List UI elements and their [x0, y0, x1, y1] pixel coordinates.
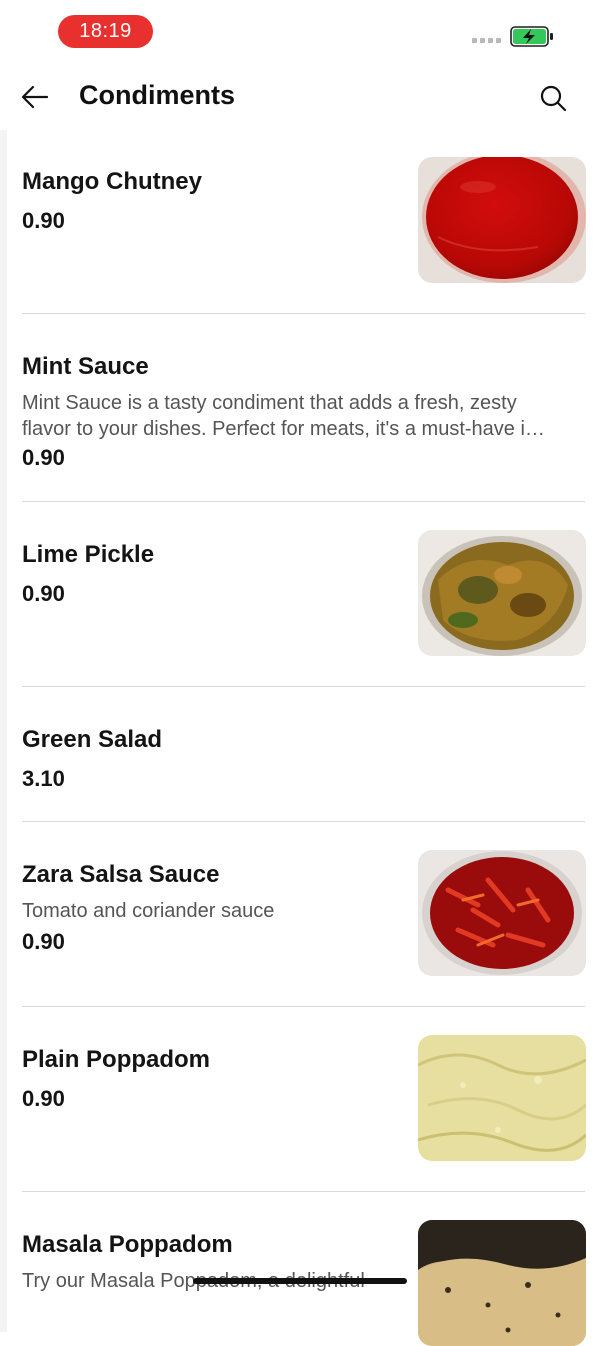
- menu-item-green-salad[interactable]: Green Salad 3.10: [7, 687, 600, 822]
- item-photo-zara-salsa-sauce: [418, 850, 586, 976]
- item-description: Mint Sauce is a tasty condiment that add…: [22, 390, 587, 442]
- status-time: 18:19: [58, 15, 153, 48]
- item-name: Zara Salsa Sauce: [22, 861, 220, 888]
- battery-charging-icon: [510, 26, 553, 47]
- item-price: 0.90: [22, 929, 65, 954]
- item-name: Mint Sauce: [22, 353, 149, 380]
- item-description-line: Mint Sauce is a tasty condiment that add…: [22, 392, 517, 414]
- item-price: 3.10: [22, 766, 65, 791]
- menu-item-masala-poppadom[interactable]: Masala Poppadom Try our Masala Poppadom,…: [7, 1192, 600, 1346]
- app-header: Condiments: [0, 62, 600, 130]
- item-price: 0.90: [22, 445, 65, 470]
- item-photo-mango-chutney: [418, 157, 586, 283]
- menu-list: Mango Chutney 0.90 Mint Sauce Mint Sauce…: [0, 130, 600, 1346]
- status-bar: 18:19: [0, 0, 600, 62]
- item-name: Plain Poppadom: [22, 1046, 211, 1073]
- signal-icon: [472, 38, 504, 44]
- menu-item-mint-sauce[interactable]: Mint Sauce Mint Sauce is a tasty condime…: [7, 314, 600, 502]
- item-name: Mango Chutney: [22, 168, 202, 195]
- item-photo-plain-poppadom: [418, 1035, 586, 1161]
- page-title: Condiments: [79, 80, 236, 110]
- menu-item-mango-chutney[interactable]: Mango Chutney 0.90: [7, 130, 600, 314]
- item-photo-masala-poppadom: [418, 1220, 586, 1346]
- menu-item-plain-poppadom[interactable]: Plain Poppadom 0.90: [7, 1007, 600, 1192]
- item-photo-lime-pickle: [418, 530, 586, 656]
- item-name: Lime Pickle: [22, 541, 155, 568]
- arrow-left-icon[interactable]: [20, 82, 50, 112]
- search-icon[interactable]: [538, 83, 568, 113]
- item-price: 0.90: [22, 581, 65, 606]
- menu-item-zara-salsa-sauce[interactable]: Zara Salsa Sauce Tomato and coriander sa…: [7, 822, 600, 1007]
- item-price: 0.90: [22, 208, 65, 233]
- home-indicator[interactable]: [193, 1278, 407, 1284]
- item-price: 0.90: [22, 1086, 65, 1111]
- item-name: Masala Poppadom: [22, 1231, 233, 1258]
- menu-item-lime-pickle[interactable]: Lime Pickle 0.90: [7, 502, 600, 687]
- item-description-line: flavor to your dishes. Perfect for meats…: [22, 418, 545, 440]
- item-name: Green Salad: [22, 726, 163, 753]
